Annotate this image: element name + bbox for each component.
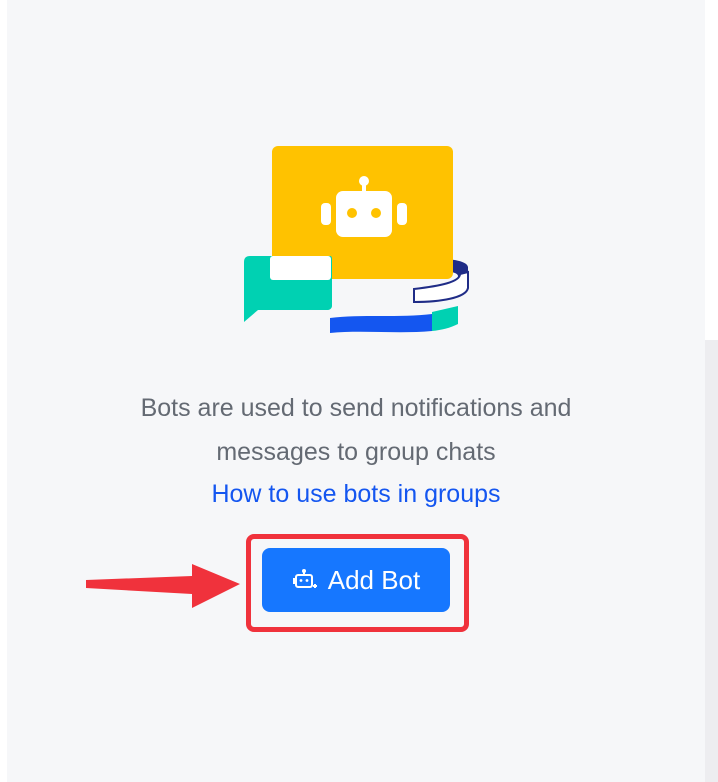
add-bot-icon: [292, 567, 318, 593]
description-line-2: messages to group chats: [216, 438, 496, 466]
how-to-use-bots-link[interactable]: How to use bots in groups: [211, 480, 500, 508]
left-edge: [0, 0, 7, 782]
description-line-1: Bots are used to send notifications and: [140, 394, 572, 422]
arrow-right-icon: [86, 564, 240, 608]
empty-state-description: Bots are used to send notifications and …: [7, 386, 705, 474]
add-bot-button[interactable]: Add Bot: [262, 548, 450, 612]
help-link-row: How to use bots in groups: [7, 472, 705, 516]
right-edge-scroll-area: [705, 340, 718, 782]
add-bot-label: Add Bot: [327, 564, 421, 595]
